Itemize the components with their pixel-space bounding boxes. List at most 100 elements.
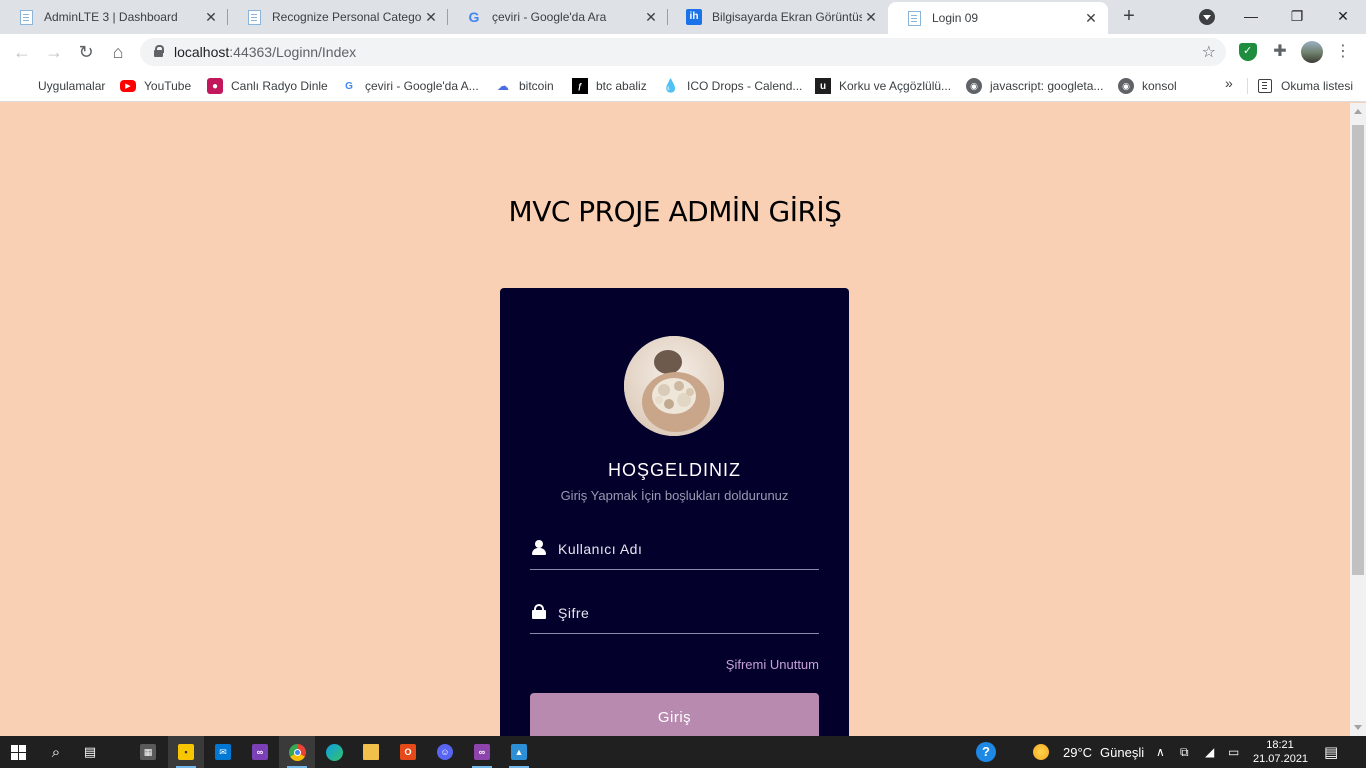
start-button[interactable] [0,736,36,768]
tab-adminlte-dashboard[interactable]: AdminLTE 3 | Dashboard ✕ [0,0,228,34]
avatar-photo [624,336,724,436]
edge-icon[interactable] [316,736,352,768]
weather-condition: Güneşli [1100,744,1145,760]
reading-list-button[interactable]: Okuma listesi [1257,76,1353,96]
office-icon[interactable]: O [390,736,426,768]
bookmark-bitcoin[interactable]: ☁ bitcoin [495,76,554,96]
scrollbar-thumb[interactable] [1352,125,1364,575]
bookmark-youtube[interactable]: ▶ YouTube [120,76,191,96]
radio-icon: ● [207,78,223,94]
bookmark-konsol[interactable]: ◉ konsol [1118,76,1177,96]
search-icon[interactable]: ⌕ [38,736,74,768]
close-tab-icon[interactable]: ✕ [202,9,220,26]
reload-icon[interactable]: ↻ [74,40,98,64]
bookmark-label: Canlı Radyo Dinle [231,79,328,93]
bookmark-star-icon[interactable]: ☆ [1202,42,1216,62]
forgot-password-link[interactable]: Şifremi Unuttum [726,657,819,672]
bookmarks-bar: Uygulamalar ▶ YouTube ● Canlı Radyo Dinl… [0,70,1366,102]
tab-login-09[interactable]: Login 09 ✕ [888,2,1108,34]
google-icon: G [345,80,353,92]
bitcoin-icon: ☁ [497,79,509,93]
password-input[interactable] [558,602,813,624]
mail-icon[interactable]: ✉ [205,736,241,768]
bookmark-uygulamalar[interactable]: Uygulamalar [14,76,105,96]
apps-icon [14,78,30,94]
shield-extension-icon[interactable] [1239,43,1257,61]
tab-title: çeviri - Google'da Ara [492,10,607,24]
bookmark-btc-abaliz[interactable]: ƒ btc abaliz [572,76,647,96]
page-scrollbar[interactable] [1350,103,1366,736]
restore-button[interactable]: ❐ [1274,0,1320,32]
ih-icon: ih [686,9,702,25]
file-explorer-icon[interactable] [353,736,389,768]
close-tab-icon[interactable]: ✕ [862,9,880,26]
calculator-icon[interactable]: ▦ [130,736,166,768]
forward-arrow-icon[interactable]: → [42,40,66,64]
bookmark-canli-radyo[interactable]: ● Canlı Radyo Dinle [207,76,328,96]
close-window-button[interactable]: ✕ [1320,0,1366,32]
tab-title: Bilgisayarda Ekran Görüntüsü [712,10,862,24]
scroll-down-arrow-icon[interactable] [1354,725,1362,730]
taskbar-clock[interactable]: 18:21 21.07.2021 [1253,738,1308,766]
bookmark-korku[interactable]: u Korku ve Açgözlülü... [815,76,951,96]
task-view-icon[interactable]: ▤ [72,736,108,768]
username-field [530,530,819,570]
page-viewport: MVC PROJE ADMİN GİRİŞ HOŞGELDINIZ Giriş … [0,103,1350,736]
tab-title: Login 09 [932,11,979,25]
tab-recognize-personal-category[interactable]: Recognize Personal Category ✕ [228,0,448,34]
reading-list-icon [1257,78,1273,94]
avatar [624,336,724,436]
back-arrow-icon[interactable]: ← [10,40,34,64]
u-icon: u [815,78,831,94]
login-button[interactable]: Giriş [530,693,819,736]
username-input[interactable] [558,538,813,560]
user-icon [532,540,546,556]
discord-icon[interactable]: ☺ [427,736,463,768]
minimize-button[interactable]: — [1228,0,1274,32]
google-icon: G [468,9,480,25]
lock-icon[interactable] [154,45,164,57]
bookmark-label: konsol [1142,79,1177,93]
chrome-icon[interactable] [279,736,315,768]
address-bar[interactable]: localhost:44363/Loginn/Index ☆ [140,38,1226,66]
battery-icon[interactable]: ▭ [1228,736,1239,768]
bookmark-javascript[interactable]: ◉ javascript: googleta... [966,76,1103,96]
weather-widget[interactable]: 29°C Güneşli [1033,736,1144,768]
bookmark-ceviri[interactable]: G çeviri - Google'da A... [341,76,479,96]
close-tab-icon[interactable]: ✕ [1082,10,1100,27]
menu-kebab-icon[interactable]: ⋮ [1334,43,1352,61]
tab-bilgisayarda-ekran[interactable]: ih Bilgisayarda Ekran Görüntüsü ✕ [668,0,888,34]
new-tab-button[interactable]: + [1118,5,1140,27]
youtube-icon: ▶ [120,80,136,92]
more-bookmarks-chevron-icon[interactable]: » [1225,75,1233,91]
extensions-puzzle-icon[interactable]: ✚ [1271,43,1289,61]
notifications-icon[interactable]: ▤ [1324,736,1338,768]
globe-icon: ◉ [1118,78,1134,94]
btc-icon: ƒ [572,78,588,94]
windows-taskbar: ⌕ ▤ ▦ ▪ ✉ ∞ O ☺ ∞ ▲ ? 29°C Güneşli ∧ ⧉ ◢… [0,736,1366,768]
visual-studio-icon[interactable]: ∞ [242,736,278,768]
camera-icon[interactable]: ⧉ [1180,736,1189,768]
show-hidden-icons-chevron-icon[interactable]: ∧ [1156,736,1165,768]
bookmark-label: Korku ve Açgözlülü... [839,79,952,93]
bookmark-label: çeviri - Google'da A... [365,79,479,93]
profile-avatar[interactable] [1301,41,1323,63]
welcome-heading: HOŞGELDINIZ [607,460,742,480]
photos-icon[interactable]: ▲ [501,736,537,768]
url-text[interactable]: localhost:44363/Loginn/Index [174,44,356,60]
wifi-icon[interactable]: ◢ [1205,736,1214,768]
help-icon[interactable]: ? [976,736,996,768]
document-icon [18,9,34,25]
scroll-up-arrow-icon[interactable] [1354,109,1362,114]
sticky-notes-icon[interactable]: ▪ [168,736,204,768]
welcome-subheading: Giriş Yapmak İçin boşlukları doldurunuz [560,488,789,503]
tab-search-icon[interactable] [1199,9,1215,25]
close-tab-icon[interactable]: ✕ [422,9,440,26]
weather-temperature: 29°C [1063,744,1093,760]
close-tab-icon[interactable]: ✕ [642,9,660,26]
visual-studio-code-icon[interactable]: ∞ [464,736,500,768]
bookmark-ico-drops[interactable]: 💧 ICO Drops - Calend... [663,76,802,96]
tab-ceviri-google[interactable]: G çeviri - Google'da Ara ✕ [448,0,668,34]
tab-title: AdminLTE 3 | Dashboard [44,10,178,24]
home-icon[interactable]: ⌂ [106,40,130,64]
